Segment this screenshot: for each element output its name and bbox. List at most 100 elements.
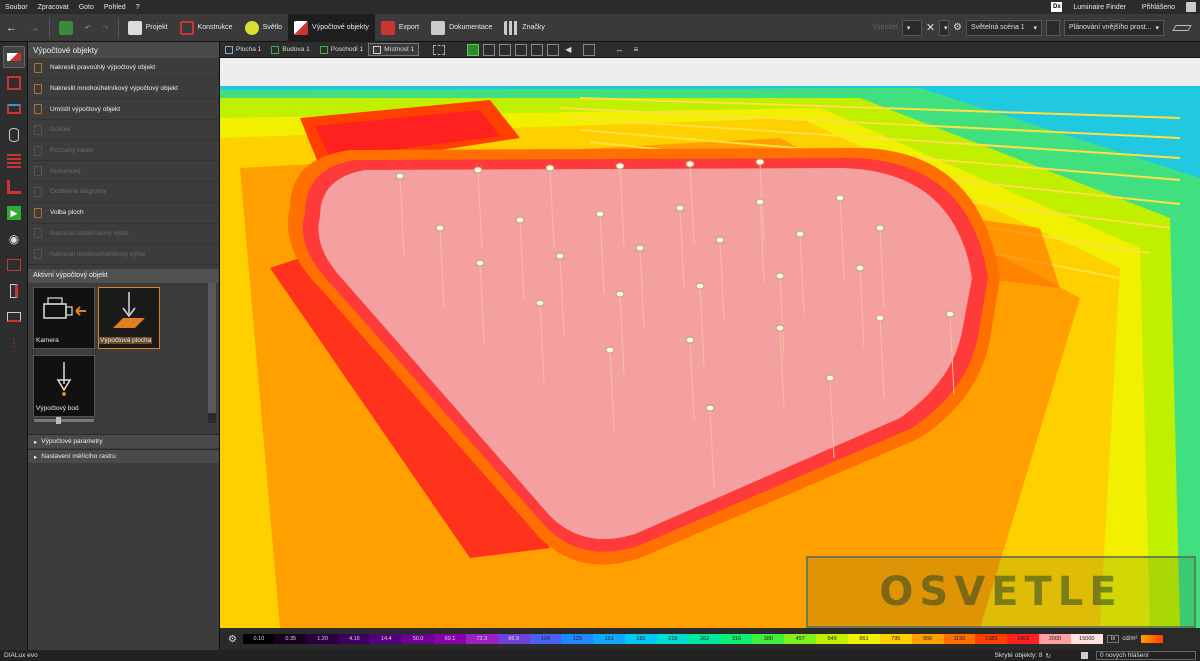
luminaire-marker[interactable] [775, 272, 785, 280]
3d-viewport[interactable]: OSVETLE [220, 58, 1200, 628]
unit-lx[interactable]: lx [1106, 635, 1120, 643]
calc-diagram-tool-icon[interactable] [3, 254, 25, 276]
view-side-button[interactable] [499, 43, 512, 56]
gear-icon[interactable]: ⚙ [953, 22, 962, 33]
tab-vypoctove-objekty[interactable]: Výpočtové objekty [288, 13, 375, 42]
scene-button[interactable] [1046, 19, 1060, 36]
tab-svetlo[interactable]: Světlo [239, 14, 288, 42]
menu-help[interactable]: ? [131, 4, 145, 11]
luminaire-marker[interactable] [685, 336, 695, 344]
unit-cdm2[interactable]: cd/m² [1122, 636, 1137, 642]
tab-konstrukce[interactable]: Konstrukce [174, 14, 239, 42]
luminaire-marker[interactable] [535, 299, 545, 307]
calc-cylinder-tool-icon[interactable] [3, 124, 25, 146]
view-top-button[interactable] [515, 43, 528, 56]
chevron-left-icon[interactable]: ◀ [565, 45, 571, 54]
luminaire-marker[interactable] [875, 314, 885, 322]
luminaire-marker[interactable] [755, 158, 765, 166]
view-front-button[interactable] [483, 43, 496, 56]
user-avatar-icon[interactable] [1186, 2, 1196, 12]
close-dropdown[interactable]: ▾ [939, 19, 950, 36]
luminaire-finder-link[interactable]: Luminaire Finder [1068, 4, 1131, 11]
view-plane-icon[interactable] [1172, 24, 1192, 31]
zoom-slider[interactable] [34, 416, 94, 424]
emergency-exit-icon[interactable]: ▶ [3, 202, 25, 224]
calc-points-tool-icon[interactable]: ⋮ [3, 332, 25, 354]
luminaire-marker[interactable] [605, 346, 615, 354]
close-icon[interactable]: ✕ [926, 21, 935, 34]
luminaire-marker[interactable] [675, 204, 685, 212]
luminaire-marker[interactable] [395, 172, 405, 180]
slider-handle[interactable] [56, 416, 61, 424]
calc-rect-tool-icon[interactable] [3, 306, 25, 328]
luminaire-marker[interactable] [875, 224, 885, 232]
calc-grid-tool-icon[interactable] [3, 150, 25, 172]
hidden-objects-count[interactable]: Skryté objekty: 8 [994, 652, 1042, 659]
calc-plane-tool-icon[interactable] [3, 98, 25, 120]
legend-settings-gear-icon[interactable]: ⚙ [228, 634, 237, 645]
tab-poschodi[interactable]: Poschodí 1 [315, 43, 369, 56]
redo-button[interactable]: ↷ [97, 14, 115, 42]
luminaire-marker[interactable] [615, 290, 625, 298]
refresh-icon[interactable]: ↻ [1046, 652, 1051, 660]
tile-scrollbar[interactable] [208, 282, 216, 423]
save-button[interactable] [53, 14, 79, 42]
tab-projekt[interactable]: Projekt [122, 14, 174, 42]
luminaire-marker[interactable] [825, 374, 835, 382]
view-wire-button[interactable] [547, 43, 560, 56]
planning-select[interactable]: Plánování vnějšího prost... ▾ [1064, 19, 1164, 36]
luminaire-marker[interactable] [545, 164, 555, 172]
panel-item[interactable]: Nakreslit mnohoúhelníkový výpočtový obje… [28, 79, 219, 100]
panel-item[interactable]: Nakreslit pravoúhlý výpočtový objekt [28, 58, 219, 79]
calc-box-tool-icon[interactable] [3, 72, 25, 94]
calc-dropdown[interactable]: ▾ [901, 19, 922, 36]
luminaire-marker[interactable] [945, 310, 955, 318]
luminaire-marker[interactable] [705, 404, 715, 412]
tab-mistnost[interactable]: Místnost 1 [368, 43, 420, 56]
luminaire-marker[interactable] [635, 244, 645, 252]
luminaire-marker[interactable] [775, 324, 785, 332]
luminaire-marker[interactable] [475, 259, 485, 267]
menu-goto[interactable]: Goto [74, 4, 99, 11]
tab-plocha[interactable]: Plocha 1 [220, 43, 266, 56]
luminaire-marker[interactable] [835, 194, 845, 202]
luminaire-marker[interactable] [615, 162, 625, 170]
messages-count[interactable]: 0 nových hlášení [1096, 651, 1196, 660]
tab-znacky[interactable]: Značky [498, 14, 551, 42]
luminaire-marker[interactable] [715, 236, 725, 244]
tab-budova[interactable]: Budova 1 [266, 43, 314, 56]
measure-icon[interactable]: ↔ [615, 45, 623, 54]
color-gradient-swatch[interactable] [1141, 635, 1164, 643]
tab-dokumentace[interactable]: Dokumentace [425, 14, 498, 42]
calc-wall-tool-icon[interactable] [3, 280, 25, 302]
back-button[interactable]: ← [0, 14, 23, 42]
menu-soubor[interactable]: Soubor [0, 4, 33, 11]
luminaire-marker[interactable] [795, 230, 805, 238]
login-link[interactable]: Přihlášeno [1137, 4, 1180, 11]
scene-select[interactable]: Světelná scéna 1 ▾ [966, 19, 1042, 36]
align-icon[interactable]: ≡ [633, 45, 638, 54]
undo-button[interactable]: ↶ [79, 14, 97, 42]
view-solid-button[interactable] [467, 43, 480, 56]
luminaire-marker[interactable] [473, 166, 483, 174]
luminaire-marker[interactable] [595, 210, 605, 218]
luminaire-marker[interactable] [755, 198, 765, 206]
false-color-stadium-render[interactable] [220, 58, 1200, 628]
accordion-calc-params[interactable]: ▸ Výpočtové parametry [28, 434, 219, 448]
forward-button[interactable]: → [23, 14, 46, 42]
select-tool-icon[interactable] [433, 44, 446, 55]
view-iso-button[interactable] [531, 43, 544, 56]
calc-lshape-tool-icon[interactable] [3, 176, 25, 198]
calc-surface-tool-icon[interactable] [3, 46, 25, 68]
luminaire-marker[interactable] [855, 264, 865, 272]
tab-export[interactable]: Export [375, 14, 425, 42]
observer-eye-icon[interactable]: ◉ [3, 228, 25, 250]
accordion-grid-settings[interactable]: ▸ Nastavení měřicího rastru [28, 449, 219, 463]
luminaire-marker[interactable] [435, 224, 445, 232]
luminaire-marker[interactable] [695, 282, 705, 290]
luminaire-marker[interactable] [515, 216, 525, 224]
panel-item[interactable]: Volba ploch [28, 203, 219, 224]
luminaire-marker[interactable] [555, 252, 565, 260]
menu-pohled[interactable]: Pohled [99, 4, 131, 11]
menu-zpracovat[interactable]: Zpracovat [33, 4, 74, 11]
